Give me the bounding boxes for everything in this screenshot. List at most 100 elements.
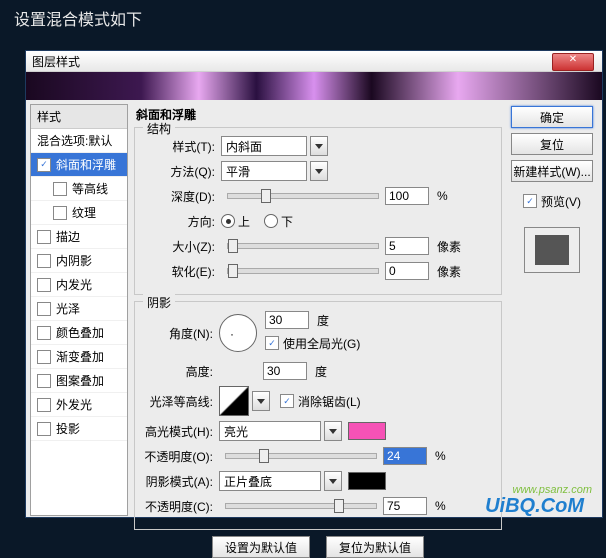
sidebar-item-label: 纹理 bbox=[72, 204, 96, 221]
sidebar-checkbox[interactable] bbox=[37, 278, 51, 292]
style-label: 样式(T): bbox=[143, 138, 221, 155]
soften-value[interactable]: 0 bbox=[385, 262, 429, 280]
antialias-label: 消除锯齿(L) bbox=[298, 393, 361, 410]
size-unit: 像素 bbox=[437, 238, 461, 255]
angle-value[interactable]: 30 bbox=[265, 311, 309, 329]
sidebar-checkbox[interactable] bbox=[37, 302, 51, 316]
sidebar-item-1[interactable]: 等高线 bbox=[31, 177, 127, 201]
highlight-opacity-label: 不透明度(O): bbox=[143, 448, 219, 465]
ok-button[interactable]: 确定 bbox=[511, 106, 593, 128]
chevron-down-icon bbox=[257, 399, 265, 404]
gloss-combo-btn[interactable] bbox=[252, 391, 270, 411]
chevron-down-icon bbox=[329, 479, 337, 484]
direction-down-radio[interactable] bbox=[264, 214, 278, 228]
sidebar-item-label: 渐变叠加 bbox=[56, 348, 104, 365]
sidebar-item-8[interactable]: 渐变叠加 bbox=[31, 345, 127, 369]
highlight-mode-label: 高光模式(H): bbox=[143, 423, 219, 440]
structure-label: 结构 bbox=[143, 120, 175, 137]
sidebar-item-label: 内阴影 bbox=[56, 252, 92, 269]
sidebar-item-2[interactable]: 纹理 bbox=[31, 201, 127, 225]
sidebar-header[interactable]: 样式 bbox=[31, 105, 127, 129]
shadow-mode-label: 阴影模式(A): bbox=[143, 473, 219, 490]
depth-value[interactable]: 100 bbox=[385, 187, 429, 205]
altitude-label: 高度: bbox=[143, 363, 219, 380]
highlight-opacity-value[interactable]: 24 bbox=[383, 447, 427, 465]
shadow-opacity-slider[interactable] bbox=[225, 503, 377, 509]
sidebar-item-10[interactable]: 外发光 bbox=[31, 393, 127, 417]
preview-checkbox[interactable] bbox=[523, 194, 537, 208]
direction-up-label: 上 bbox=[238, 213, 250, 230]
titlebar[interactable]: 图层样式 ✕ bbox=[26, 51, 602, 72]
sidebar-checkbox[interactable] bbox=[37, 374, 51, 388]
style-combo[interactable]: 内斜面 bbox=[221, 136, 307, 156]
sidebar-checkbox[interactable] bbox=[37, 254, 51, 268]
sidebar-item-4[interactable]: 内阴影 bbox=[31, 249, 127, 273]
sidebar-checkbox[interactable] bbox=[37, 422, 51, 436]
highlight-color-swatch[interactable] bbox=[348, 422, 386, 440]
sidebar-item-label: 投影 bbox=[56, 420, 80, 437]
technique-label: 方法(Q): bbox=[143, 163, 221, 180]
altitude-value[interactable]: 30 bbox=[263, 362, 307, 380]
sidebar-checkbox[interactable] bbox=[53, 182, 67, 196]
sidebar-checkbox[interactable] bbox=[37, 398, 51, 412]
size-slider[interactable] bbox=[227, 243, 379, 249]
angle-dial[interactable] bbox=[219, 314, 257, 352]
sidebar-item-7[interactable]: 颜色叠加 bbox=[31, 321, 127, 345]
chevron-down-icon bbox=[329, 429, 337, 434]
preview-box bbox=[524, 227, 580, 273]
technique-combo[interactable]: 平滑 bbox=[221, 161, 307, 181]
sidebar-item-5[interactable]: 内发光 bbox=[31, 273, 127, 297]
depth-label: 深度(D): bbox=[143, 188, 221, 205]
layer-style-dialog: 图层样式 ✕ 样式 混合选项:默认 斜面和浮雕等高线纹理描边内阴影内发光光泽颜色… bbox=[25, 50, 603, 518]
highlight-opacity-slider[interactable] bbox=[225, 453, 377, 459]
sidebar-item-3[interactable]: 描边 bbox=[31, 225, 127, 249]
altitude-unit: 度 bbox=[315, 363, 327, 380]
highlight-mode-combo-btn[interactable] bbox=[324, 421, 342, 441]
direction-down-label: 下 bbox=[281, 213, 293, 230]
main-panel: 斜面和浮雕 结构 样式(T): 内斜面 方法(Q): 平滑 深度(D): 100 bbox=[128, 100, 506, 516]
soften-slider[interactable] bbox=[227, 268, 379, 274]
sidebar-checkbox[interactable] bbox=[37, 158, 51, 172]
reset-default-button[interactable]: 复位为默认值 bbox=[326, 536, 424, 558]
shading-group: 阴影 角度(N): 30 度 使用全局光(G) bbox=[134, 301, 502, 530]
sidebar-item-label: 等高线 bbox=[72, 180, 108, 197]
new-style-button[interactable]: 新建样式(W)... bbox=[511, 160, 593, 182]
highlight-opacity-unit: % bbox=[435, 449, 446, 463]
sidebar-item-9[interactable]: 图案叠加 bbox=[31, 369, 127, 393]
sidebar-item-6[interactable]: 光泽 bbox=[31, 297, 127, 321]
preview-label: 预览(V) bbox=[541, 193, 581, 210]
shadow-mode-combo[interactable]: 正片叠底 bbox=[219, 471, 321, 491]
style-combo-btn[interactable] bbox=[310, 136, 328, 156]
right-panel: 确定 复位 新建样式(W)... 预览(V) bbox=[506, 100, 602, 516]
close-button[interactable]: ✕ bbox=[552, 53, 594, 71]
sidebar-item-label: 描边 bbox=[56, 228, 80, 245]
size-label: 大小(Z): bbox=[143, 238, 221, 255]
size-value[interactable]: 5 bbox=[385, 237, 429, 255]
direction-label: 方向: bbox=[143, 213, 221, 230]
sidebar-item-11[interactable]: 投影 bbox=[31, 417, 127, 441]
shadow-mode-combo-btn[interactable] bbox=[324, 471, 342, 491]
cancel-button[interactable]: 复位 bbox=[511, 133, 593, 155]
sidebar-item-0[interactable]: 斜面和浮雕 bbox=[31, 153, 127, 177]
dialog-title: 图层样式 bbox=[32, 53, 80, 70]
depth-unit: % bbox=[437, 189, 448, 203]
sidebar-checkbox[interactable] bbox=[37, 326, 51, 340]
sidebar-checkbox[interactable] bbox=[37, 230, 51, 244]
sidebar-item-blend-defaults[interactable]: 混合选项:默认 bbox=[31, 129, 127, 153]
preview-swatch bbox=[535, 235, 569, 265]
shadow-opacity-value[interactable]: 75 bbox=[383, 497, 427, 515]
shadow-color-swatch[interactable] bbox=[348, 472, 386, 490]
sidebar-checkbox[interactable] bbox=[37, 350, 51, 364]
panel-title: 斜面和浮雕 bbox=[134, 104, 502, 127]
title-decoration bbox=[26, 72, 602, 100]
highlight-mode-combo[interactable]: 亮光 bbox=[219, 421, 321, 441]
sidebar-checkbox[interactable] bbox=[53, 206, 67, 220]
technique-combo-btn[interactable] bbox=[310, 161, 328, 181]
soften-label: 软化(E): bbox=[143, 263, 221, 280]
direction-up-radio[interactable] bbox=[221, 214, 235, 228]
set-default-button[interactable]: 设置为默认值 bbox=[212, 536, 310, 558]
gloss-contour[interactable] bbox=[219, 386, 249, 416]
antialias-checkbox[interactable] bbox=[280, 394, 294, 408]
depth-slider[interactable] bbox=[227, 193, 379, 199]
global-light-checkbox[interactable] bbox=[265, 336, 279, 350]
